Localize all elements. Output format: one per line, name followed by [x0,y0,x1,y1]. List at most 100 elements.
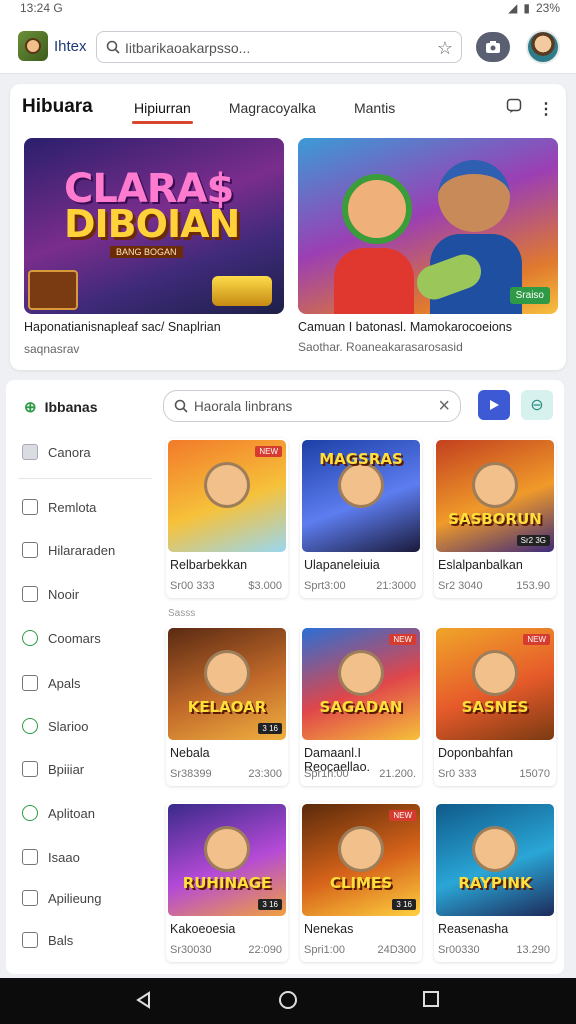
battery-level: 23% [535,1,560,15]
new-badge: NEW [255,446,282,457]
sidebar-item-label: Coomars [48,630,101,646]
sidebar-item-bpiiiar[interactable]: Bpiiiar [22,761,84,777]
square-icon [22,761,38,777]
sidebar-item-slarioo[interactable]: Slarioo [22,718,88,734]
banner-subtitle: saqnasrav [24,342,80,356]
play-icon [490,400,499,410]
game-card[interactable]: RAYPINK Reasenasha Sr00330 13.290 [434,802,556,962]
sidebar-item-hilararaden[interactable]: Hilararaden [22,542,115,558]
rating-badge: Sr2 3G [516,535,550,546]
search-bar[interactable]: Iitbarikaoakarpsso... ☆ [96,31,462,63]
game-card[interactable]: RUHINAGE 3 16 Kakoeoesia Sr30030 22:090 [166,802,288,962]
character-art [338,826,384,872]
game-card[interactable]: NEW Relbarbekkan Sr00 333 $3.000 [166,438,288,598]
game-card[interactable]: CLIMES NEW 3 16 Nenekas Spri1:00 24D300 [300,802,422,962]
sidebar-item-bals[interactable]: Bals [22,932,73,948]
game-thumbnail[interactable]: CLIMES NEW 3 16 [302,804,420,916]
game-name[interactable]: Relbarbekkan [170,558,247,572]
game-name[interactable]: Kakoeoesia [170,922,235,936]
game-meta-left: Spr1h:00 [304,768,349,780]
sidebar-item-label: Nooir [48,586,80,602]
sidebar-heading[interactable]: ⊕ Ibbanas [24,398,97,416]
filter-button[interactable]: ⊖ [521,390,553,420]
game-name[interactable]: Nebala [170,746,210,760]
game-meta-left: Sr2 3040 [438,580,483,592]
game-meta-right: 23:300 [248,768,282,780]
sidebar-item-remlota[interactable]: Remlota [22,499,96,515]
app-logo-icon[interactable] [18,31,48,61]
search-icon [174,399,188,418]
sidebar-item-aplitoan[interactable]: Aplitoan [22,805,95,821]
star-icon[interactable]: ☆ [437,38,453,59]
top-app-bar: Ihtex Iitbarikaoakarpsso... ☆ [0,18,576,74]
tab-magracoyalka[interactable]: Magracoyalka [227,98,318,124]
game-card[interactable]: MAGSRAS Ulapaneleiuia Sprt3:00 21:3000 [300,438,422,598]
game-meta-left: Sr00330 [438,944,480,956]
new-badge: NEW [389,634,416,645]
sidebar-item-apals[interactable]: Apals [22,675,81,691]
game-card[interactable]: SAGADAN NEW Damaanl.I Reocaellao. Spr1h:00 2… [300,626,422,786]
layers-icon [22,932,38,948]
gold-coins-art [212,276,272,306]
sidebar-item-label: Isaao [48,849,80,865]
camera-icon [486,41,500,53]
home-icon[interactable] [278,990,298,1015]
game-thumbnail[interactable]: SASNES NEW [436,628,554,740]
search-placeholder: Iitbarikaoakarpsso... [125,40,251,56]
tab-mantis[interactable]: Mantis [352,98,397,124]
box-icon [22,444,38,460]
user-avatar[interactable] [526,30,560,64]
game-card[interactable]: SASBORUN Sr2 3G Eslalpanbalkan Sr2 3040 153.… [434,438,556,598]
sidebar-item-label: Bals [48,932,74,948]
sidebar-item-isaao[interactable]: Isaao [22,849,80,865]
game-thumbnail[interactable]: SAGADAN NEW [302,628,420,740]
recents-icon[interactable] [422,990,440,1013]
clear-icon[interactable]: × [438,395,450,418]
camera-button[interactable] [476,32,510,62]
game-meta-left: Sr0 333 [438,768,477,780]
game-card[interactable]: KELAOAR 3 16 Nebala Sr38399 23:300 [166,626,288,786]
sidebar-item-apilieung[interactable]: Apilieung [22,890,102,906]
game-thumbnail[interactable]: SASBORUN Sr2 3G [436,440,554,552]
sidebar-item-canora[interactable]: Canora [22,444,91,460]
banner-musicians[interactable]: Sraiso [298,138,558,314]
banner-caption[interactable]: Haponatianisnapleaf sac/ Snaplrian [24,320,221,334]
game-thumbnail[interactable]: KELAOAR 3 16 [168,628,286,740]
back-icon[interactable] [134,990,154,1015]
game-thumbnail[interactable]: MAGSRAS [302,440,420,552]
character-art [338,650,384,696]
featured-tools: ⋮ [506,98,554,119]
game-art-title: CLIMES [329,874,393,892]
bell-icon [22,890,38,906]
game-name[interactable]: Reasenasha [438,922,508,936]
sidebar-item-nooir[interactable]: Nooir [22,586,79,602]
game-meta-right: 21:3000 [376,580,416,592]
sidebar-item-label: Slarioo [48,718,89,734]
more-options-icon[interactable]: ⋮ [538,99,554,119]
rating-badge: 3 16 [392,899,416,910]
sidebar-item-label: Bpiiiar [48,761,85,777]
game-name[interactable]: Eslalpanbalkan [438,558,523,572]
banner-clara-diboian[interactable]: CLARA$ DIBOIAN BANG BOGAN [24,138,284,314]
banner-caption[interactable]: Camuan I batonasl. Mamokarocoeions [298,320,512,334]
bookmark-icon [22,586,38,602]
game-meta-right: 22:090 [248,944,282,956]
filter-icon: ⊖ [530,397,544,414]
game-art-title: SAGADAN [319,698,403,716]
game-name[interactable]: Doponbahfan [438,746,513,760]
game-card[interactable]: SASNES NEW Doponbahfan Sr0 333 15070 [434,626,556,786]
game-name[interactable]: Nenekas [304,922,353,936]
banner-subtitle: Saothar. Roaneakarasarosasid [298,340,463,354]
game-name[interactable]: Ulapaneleiuia [304,558,380,572]
tab-hipiurran[interactable]: Hipiurran [132,98,193,124]
catalog-search[interactable]: Haorala linbrans × [163,390,461,422]
status-time: 13:24 G [20,1,63,15]
sidebar-item-coomars[interactable]: Coomars [22,630,101,646]
character-art [472,650,518,696]
game-thumbnail[interactable]: RAYPINK [436,804,554,916]
game-thumbnail[interactable]: RUHINAGE 3 16 [168,804,286,916]
game-thumbnail[interactable]: NEW [168,440,286,552]
play-button[interactable] [478,390,510,420]
doc-icon [22,499,38,515]
chat-icon[interactable] [506,98,522,119]
